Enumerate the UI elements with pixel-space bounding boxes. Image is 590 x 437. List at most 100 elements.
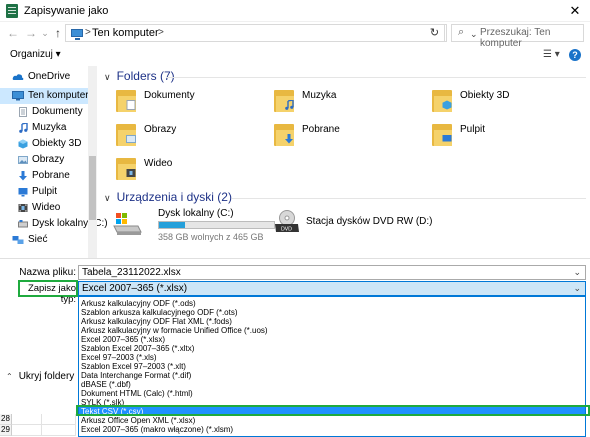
drive-usage-bar [158,221,275,229]
filetype-option[interactable]: Data Interchange Format (*.dif) [79,371,585,380]
folder-3d-objects[interactable]: Obiekty 3D [432,84,582,114]
filetype-option[interactable]: Dokument HTML (Calc) (*.html) [79,389,585,398]
search-input[interactable]: ⌕ Przeszukaj: Ten komputer [451,24,584,49]
cloud-icon [12,74,24,80]
back-arrow-icon[interactable]: ← [6,26,20,40]
drive-label: Dysk lokalny (C:) [158,208,234,219]
sidebar-item-this-pc[interactable]: Ten komputer [0,88,89,104]
up-arrow-icon[interactable]: ↑ [51,26,65,40]
sidebar-item-network[interactable]: Sieć [0,232,88,248]
sidebar-item-desktop[interactable]: Pulpit [0,184,88,200]
sidebar-item-videos[interactable]: Wideo [0,200,88,216]
folder-documents[interactable]: Dokumenty [116,84,266,114]
sidebar-item-local-disk[interactable]: Dysk lokalny (C:) [0,216,108,232]
filetype-option[interactable]: Excel 2007–365 (*.xlsx) [79,335,585,344]
sheet-cell[interactable] [42,414,76,425]
music-icon [19,123,28,133]
pictures-icon [18,156,28,164]
folder-desktop[interactable]: Pulpit [432,118,582,148]
close-button[interactable]: ✕ [560,0,590,22]
filetype-option[interactable]: Arkusz kalkulacyjny ODF Flat XML (*.fods… [79,317,585,326]
collapse-chevron-icon: ∨ [104,72,111,82]
filetype-option[interactable]: Szablon arkusza kalkulacyjnego ODF (*.ot… [79,308,585,317]
sidebar-item-downloads[interactable]: Pobrane [0,168,88,184]
chevron-down-icon[interactable]: ⌄ [573,267,581,278]
sheet-cell[interactable] [12,414,42,425]
sidebar-item-3d-objects[interactable]: Obiekty 3D [0,136,88,152]
address-bar[interactable]: > Ten komputer > ⌄ [65,24,478,42]
cube-badge-icon [442,100,452,110]
desktop-badge-icon [442,135,452,142]
filetype-option[interactable]: Arkusz Office Open XML (*.xlsx) [79,416,585,425]
selected-option-highlight [76,405,590,416]
drive-free-space: 358 GB wolnych z 465 GB [158,232,264,242]
collapse-chevron-icon: ∨ [104,193,111,203]
filetype-label: Zapisz jako typ: [27,283,76,305]
chevron-down-icon[interactable]: ⌄ [573,283,581,294]
sidebar-item-documents[interactable]: Dokumenty [0,104,88,120]
folder-icon [116,86,136,112]
calc-app-icon [6,4,18,18]
filetype-option[interactable]: Szablon Excel 2007–365 (*.xltx) [79,344,585,353]
toolbar: Organizuj ▾ ☰ ▾ ? [0,46,590,64]
sidebar-scrollbar-thumb[interactable] [89,156,96,220]
filetype-option[interactable]: Szablon Excel 97–2003 (*.xlt) [79,362,585,371]
sheet-cell[interactable] [12,425,42,436]
filename-field[interactable]: Tabela_23112022.xlsx ⌄ [78,265,586,280]
folder-videos[interactable]: Wideo [116,152,266,182]
filetype-select[interactable]: Excel 2007–365 (*.xlsx) ⌄ [78,281,586,296]
file-list: ∨ Folders (7) Dokumenty Muzyka Obiekty 3D… [98,66,590,258]
sidebar-item-onedrive[interactable]: OneDrive [0,69,88,85]
download-badge-icon [285,134,293,144]
divider [0,258,590,259]
pictures-badge-icon [126,135,136,143]
folder-music[interactable]: Muzyka [274,84,424,114]
folder-icon [432,86,452,112]
music-badge-icon [285,100,294,110]
drive-dvd-d[interactable]: DVD Stacja dysków DVD RW (D:) [274,208,454,238]
devices-group-header[interactable]: ∨ Urządzenia i dyski (2) [104,190,232,204]
refresh-icon[interactable]: ↻ [425,24,445,42]
drive-local-c[interactable]: Dysk lokalny (C:) 358 GB wolnych z 465 G… [112,208,282,242]
folder-icon [274,120,294,146]
cube-icon [18,139,28,149]
sidebar-item-music[interactable]: Muzyka [0,120,88,136]
folder-downloads[interactable]: Pobrane [274,118,424,148]
dvd-drive-icon: DVD [275,210,299,233]
forward-arrow-icon[interactable]: → [24,26,38,40]
organize-button[interactable]: Organizuj ▾ [10,49,61,60]
documents-badge-icon [126,100,136,110]
filetype-option[interactable]: Excel 2007–365 (makro włączone) (*.xlsm) [79,425,585,434]
filetype-option[interactable]: Arkusz kalkulacyjny w formacie Unified O… [79,326,585,335]
documents-icon [19,107,27,117]
filename-value: Tabela_23112022.xlsx [82,267,181,278]
recent-locations-chevron-icon[interactable]: ⌄ [38,26,52,40]
hide-folders-button[interactable]: ⌃ Ukryj foldery [6,371,74,382]
filetype-option[interactable]: dBASE (*.dbf) [79,380,585,389]
folder-icon [116,120,136,146]
computer-icon [12,91,24,101]
sidebar-scrollbar[interactable] [88,66,97,258]
filetype-option[interactable]: Arkusz kalkulacyjny ODF (*.ods) [79,299,585,308]
folder-pictures[interactable]: Obrazy [116,118,266,148]
row-header[interactable]: 28 [0,414,12,425]
breadcrumb-this-pc[interactable]: Ten komputer [92,27,159,39]
desktop-icon [18,188,28,197]
sidebar-item-pictures[interactable]: Obrazy [0,152,88,168]
group-divider [232,198,586,199]
row-header[interactable]: 29 [0,425,12,436]
breadcrumb-separator-icon[interactable]: > [158,27,164,38]
title-bar: Zapisywanie jako ✕ [0,0,590,22]
filetype-option[interactable]: Excel 97–2003 (*.xls) [79,353,585,362]
computer-icon [71,29,83,40]
help-icon[interactable]: ? [569,49,581,61]
navigation-pane: OneDrive Ten komputer Dokumenty Muzyka O… [0,66,108,258]
dvd-logo-text: DVD [281,227,292,233]
download-icon [19,171,27,181]
view-options-button[interactable]: ☰ ▾ [543,49,560,60]
video-icon [18,204,28,212]
chevron-up-icon: ⌃ [6,372,13,381]
folders-group-header[interactable]: ∨ Folders (7) [104,69,175,83]
sheet-cell[interactable] [42,425,76,436]
filetype-value: Excel 2007–365 (*.xlsx) [82,283,188,294]
